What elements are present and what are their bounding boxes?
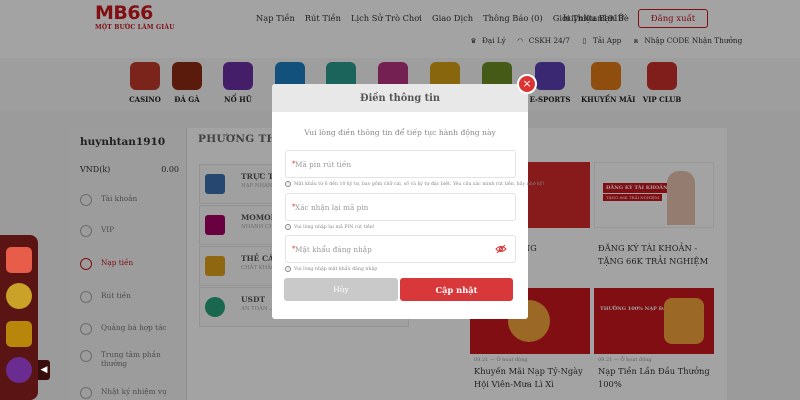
eye-off-icon[interactable] — [495, 244, 507, 254]
info-icon: ! — [285, 266, 291, 272]
pin-hint: ! Mật khẩu từ 6 đến 10 ký tự, bao gồm ch… — [285, 181, 544, 187]
collapse-widget-icon[interactable]: ◀ — [38, 360, 50, 380]
info-icon: ! — [285, 181, 291, 187]
cancel-button[interactable]: Hủy — [284, 278, 398, 301]
calendar-icon[interactable] — [6, 247, 32, 273]
floating-promo-widget — [0, 235, 38, 400]
confirm-pin-input[interactable] — [295, 194, 495, 220]
modal-title: Điền thông tin — [272, 84, 528, 112]
lucky-wheel-icon[interactable] — [6, 357, 32, 383]
password-hint-text: Vui lòng nhập mật khẩu đăng nhập — [294, 266, 378, 272]
login-password-input[interactable] — [295, 236, 495, 262]
close-icon[interactable]: × — [517, 74, 537, 94]
update-button[interactable]: Cập nhật — [400, 278, 513, 301]
treasure-icon[interactable] — [6, 321, 32, 347]
modal-subtitle: Vui lòng điền thông tin để tiếp tục hành… — [304, 128, 496, 137]
password-hint: ! Vui lòng nhập mật khẩu đăng nhập — [285, 266, 377, 272]
confirm-pin-hint: ! Vui lòng nhập lại mã PIN rút tiền! — [285, 224, 375, 230]
withdraw-pin-input[interactable] — [295, 151, 495, 177]
login-password-field[interactable]: * — [285, 235, 516, 263]
withdraw-pin-field[interactable]: * — [285, 150, 516, 178]
vip-badge-icon[interactable] — [6, 283, 32, 309]
info-icon: ! — [285, 224, 291, 230]
info-modal: Điền thông tin × Vui lòng điền thông tin… — [272, 74, 544, 319]
confirm-pin-field[interactable]: * — [285, 193, 516, 221]
confirm-pin-hint-text: Vui lòng nhập lại mã PIN rút tiền! — [294, 224, 375, 230]
pin-hint-text: Mật khẩu từ 6 đến 10 ký tự, bao gồm chữ … — [294, 181, 545, 187]
